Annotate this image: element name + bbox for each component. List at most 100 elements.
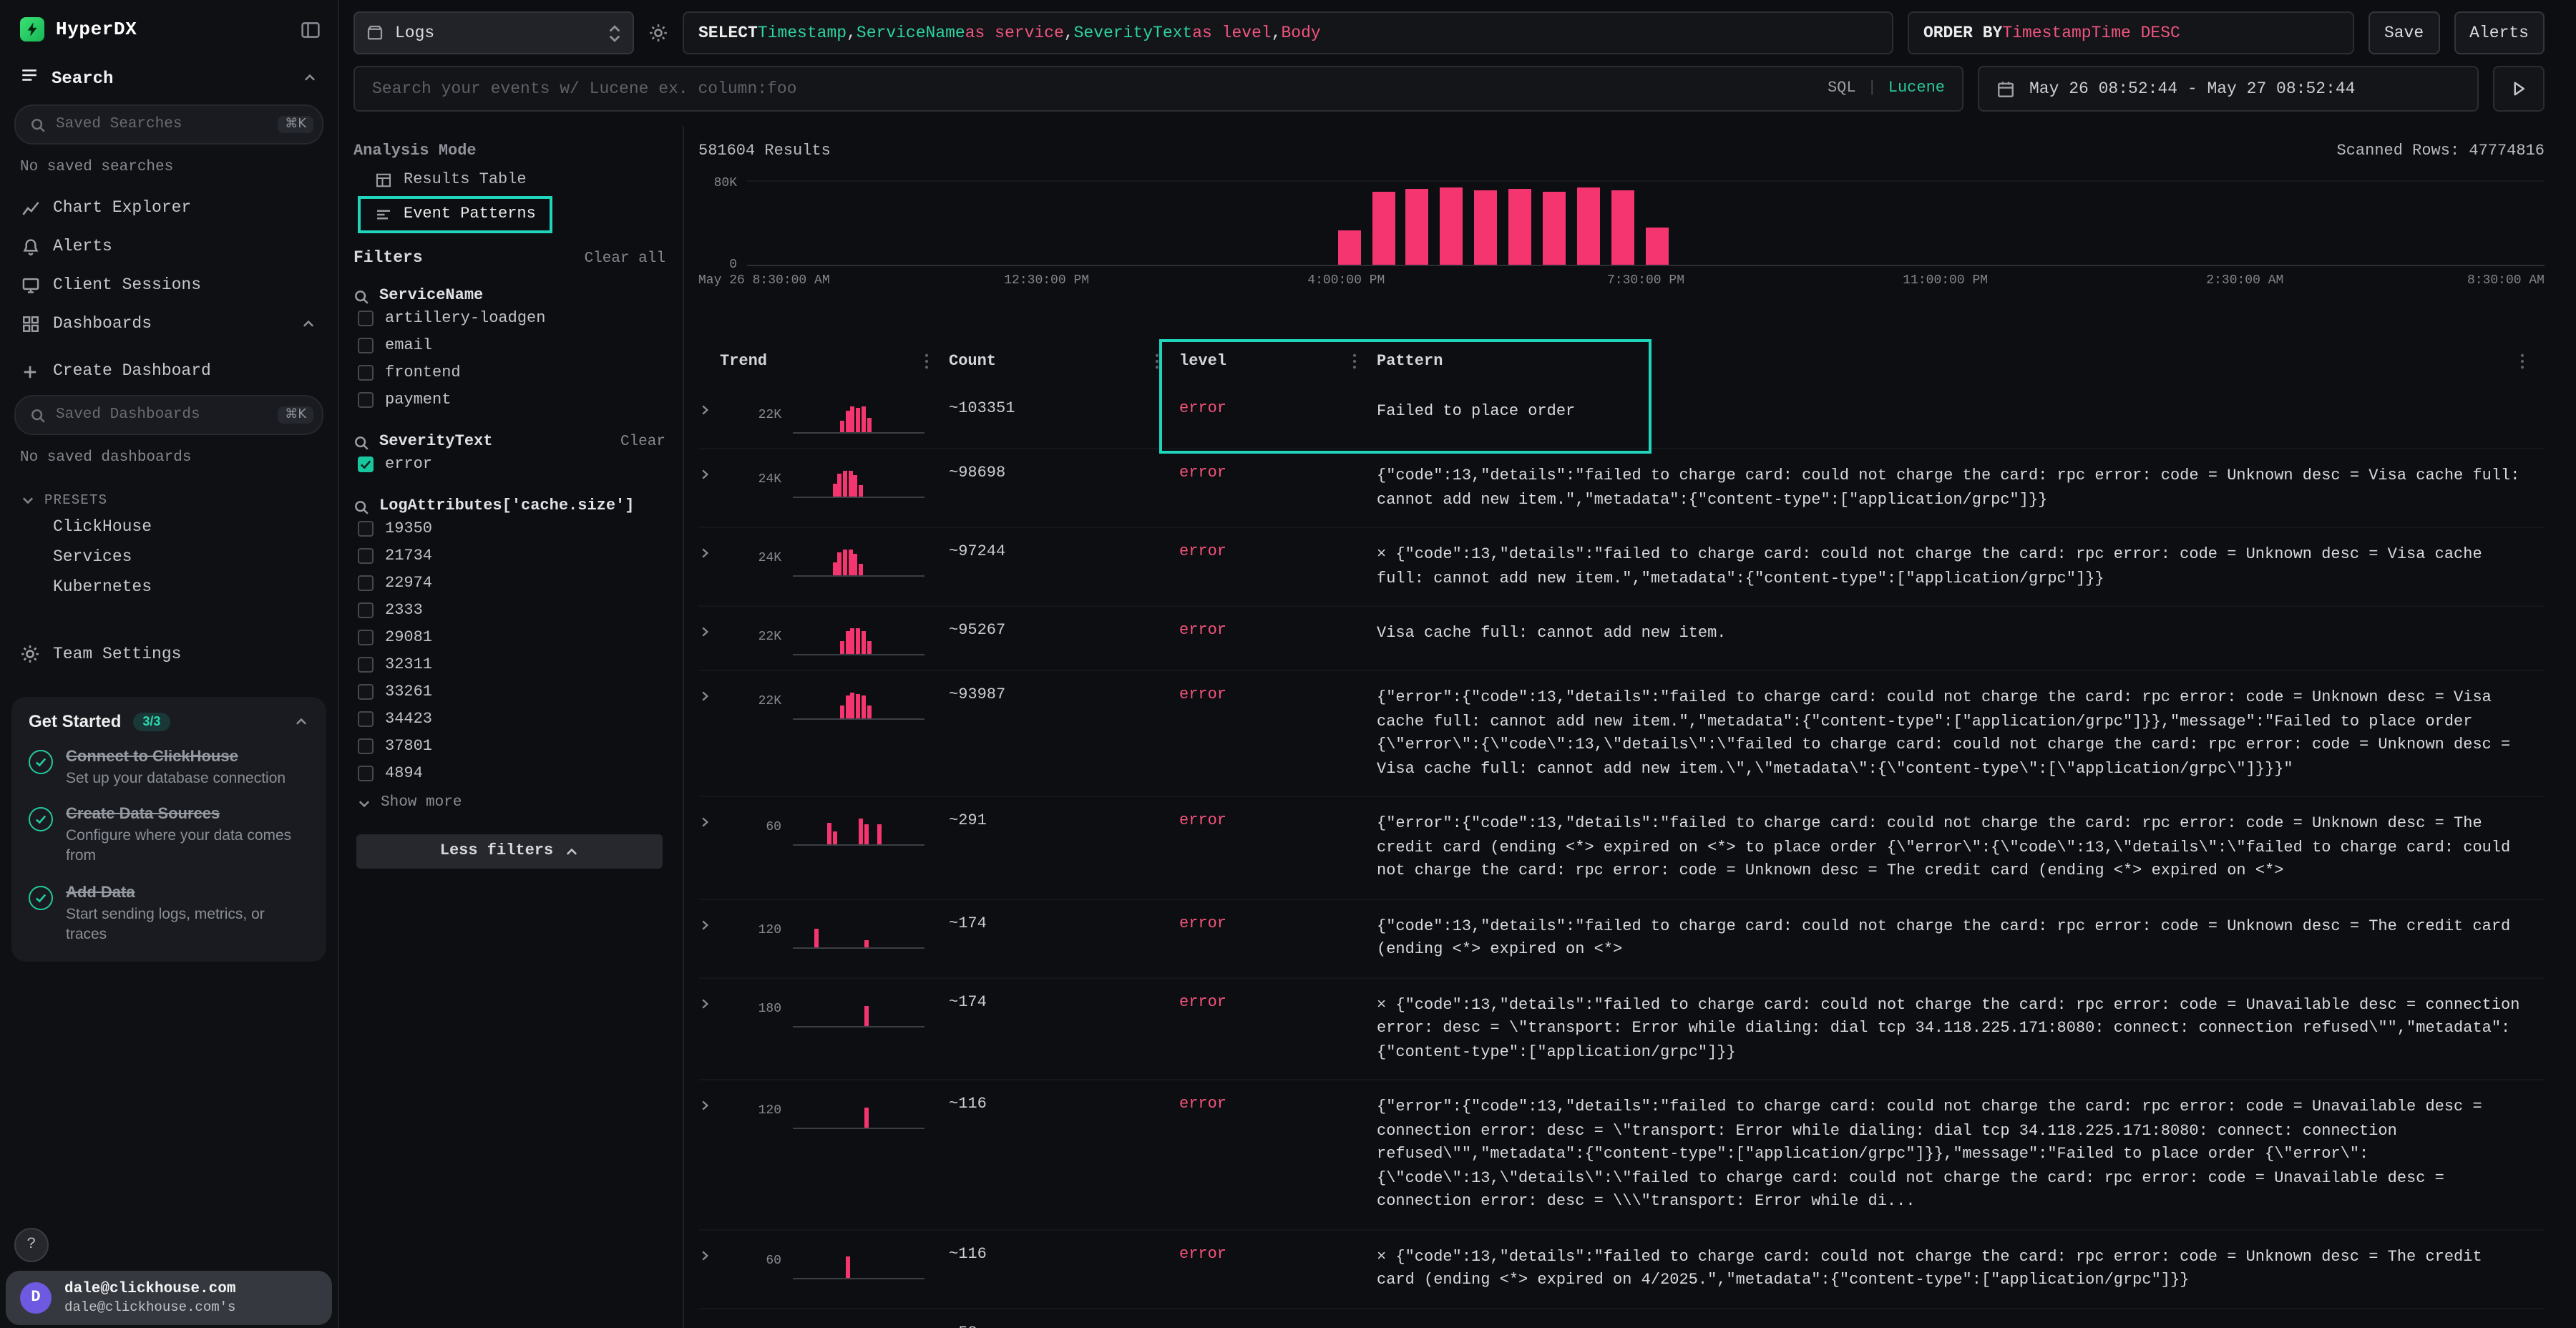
pattern-text[interactable]: Visa cache full: cannot add new item.	[1377, 620, 2545, 646]
filter-option[interactable]: 29081	[353, 624, 665, 651]
mode-event-patterns[interactable]: Event Patterns	[362, 200, 549, 229]
pattern-text[interactable]: {"error":{"code":13,"details":"failed to…	[1377, 1093, 2545, 1214]
expand-row-button[interactable]	[698, 1322, 736, 1328]
column-menu-icon[interactable]	[1155, 352, 1179, 371]
get-started-item[interactable]: Connect to ClickHouseSet up your databas…	[29, 748, 309, 788]
histogram-bar[interactable]	[1543, 192, 1566, 265]
mode-results-table[interactable]: Results Table	[362, 166, 540, 195]
presets-toggle[interactable]: PRESETS	[0, 479, 338, 512]
order-by-input[interactable]: ORDER BY TimestampTime DESC	[1908, 11, 2354, 54]
checkbox[interactable]	[358, 738, 374, 754]
expand-row-button[interactable]	[698, 810, 736, 829]
user-menu[interactable]: D dale@clickhouse.com dale@clickhouse.co…	[6, 1271, 332, 1325]
pattern-text[interactable]: × {"code":13,"details":"failed to charge…	[1377, 541, 2545, 591]
checkbox[interactable]	[358, 657, 374, 673]
histogram-bar[interactable]	[1338, 230, 1361, 265]
checkbox[interactable]	[358, 365, 374, 381]
checkbox[interactable]	[358, 711, 374, 727]
expand-row-button[interactable]	[698, 398, 736, 416]
pattern-row[interactable]: 24K~98698error{"code":13,"details":"fail…	[698, 449, 2545, 528]
filter-option[interactable]: frontend	[353, 359, 665, 386]
sidebar-item-client-sessions[interactable]: Client Sessions	[0, 266, 338, 305]
checkbox[interactable]	[358, 338, 374, 353]
checkbox[interactable]	[358, 575, 374, 591]
saved-searches-input[interactable]: Saved Searches ⌘K	[14, 104, 323, 145]
pattern-text[interactable]: {"level":"error","span_id":"53060b827c62…	[1377, 1322, 2545, 1328]
filter-option[interactable]: email	[353, 332, 665, 359]
pattern-text[interactable]: × {"code":13,"details":"failed to charge…	[1377, 1243, 2545, 1293]
pattern-row[interactable]: 120~116error{"error":{"code":13,"details…	[698, 1080, 2545, 1230]
checkbox[interactable]	[358, 602, 374, 618]
histogram-bar[interactable]	[1577, 187, 1600, 265]
pattern-text[interactable]: Failed to place order	[1377, 398, 2545, 424]
column-menu-icon[interactable]	[924, 352, 949, 371]
pattern-text[interactable]: {"error":{"code":13,"details":"failed to…	[1377, 684, 2545, 781]
pattern-row[interactable]: 22K~103351errorFailed to place order	[698, 385, 2545, 449]
pattern-row[interactable]: 60~58error{"level":"error","span_id":"53…	[698, 1309, 2545, 1328]
checkbox[interactable]	[358, 630, 374, 645]
help-button[interactable]: ?	[14, 1228, 49, 1262]
column-menu-icon[interactable]	[2520, 352, 2545, 371]
pattern-row[interactable]: 120~174error{"code":13,"details":"failed…	[698, 899, 2545, 978]
pattern-text[interactable]: {"code":13,"details":"failed to charge c…	[1377, 462, 2545, 512]
filter-option[interactable]: artillery-loadgen	[353, 305, 665, 332]
column-menu-icon[interactable]	[1352, 352, 1377, 371]
histogram-bar[interactable]	[1406, 189, 1429, 265]
expand-row-button[interactable]	[698, 462, 736, 481]
filter-option[interactable]: 2333	[353, 597, 665, 624]
checkbox[interactable]	[358, 521, 374, 537]
create-dashboard-button[interactable]: Create Dashboard	[0, 352, 338, 391]
saved-dashboards-input[interactable]: Saved Dashboards ⌘K	[14, 395, 323, 435]
pattern-text[interactable]: {"error":{"code":13,"details":"failed to…	[1377, 810, 2545, 884]
filter-option[interactable]: 34423	[353, 706, 665, 733]
pattern-row[interactable]: 60~291error{"error":{"code":13,"details"…	[698, 797, 2545, 899]
checkbox[interactable]	[358, 548, 374, 564]
less-filters-button[interactable]: Less filters	[356, 834, 663, 869]
checkbox[interactable]	[358, 392, 374, 408]
source-settings-gear-icon[interactable]	[648, 23, 668, 43]
date-range-picker[interactable]: May 26 08:52:44 - May 27 08:52:44	[1978, 66, 2479, 112]
filter-option[interactable]: error	[353, 451, 665, 478]
checkbox[interactable]	[358, 456, 374, 472]
sidebar-section-search[interactable]: Search	[0, 53, 338, 100]
source-select[interactable]: Logs	[353, 11, 634, 54]
show-more-link[interactable]: Show more	[353, 787, 665, 811]
filter-option[interactable]: 32311	[353, 651, 665, 678]
language-toggle-lucene[interactable]: Lucene	[1888, 80, 1945, 97]
checkbox[interactable]	[358, 766, 374, 781]
filter-option[interactable]: 19350	[353, 515, 665, 542]
pattern-row[interactable]: 60~116error× {"code":13,"details":"faile…	[698, 1230, 2545, 1309]
filter-option[interactable]: 33261	[353, 678, 665, 706]
filter-option[interactable]: 22974	[353, 570, 665, 597]
event-search-input[interactable]: Search your events w/ Lucene ex. column:…	[353, 66, 1963, 112]
checkbox[interactable]	[358, 311, 374, 326]
sidebar-item-team-settings[interactable]: Team Settings	[0, 634, 338, 674]
run-query-button[interactable]	[2493, 66, 2545, 112]
histogram-bar[interactable]	[1372, 192, 1395, 265]
filter-option[interactable]: 37801	[353, 733, 665, 760]
pattern-row[interactable]: 22K~93987error{"error":{"code":13,"detai…	[698, 671, 2545, 797]
histogram-bar[interactable]	[1611, 190, 1634, 265]
expand-row-button[interactable]	[698, 1093, 736, 1112]
histogram-bar[interactable]	[1645, 228, 1668, 265]
sidebar-item-chart-explorer[interactable]: Chart Explorer	[0, 189, 338, 228]
clear-all-link[interactable]: Clear all	[585, 250, 665, 268]
expand-row-button[interactable]	[698, 991, 736, 1010]
expand-row-button[interactable]	[698, 684, 736, 703]
select-clause-input[interactable]: SELECT Timestamp, ServiceName as service…	[683, 11, 1893, 54]
filter-option[interactable]: payment	[353, 386, 665, 414]
chevron-up-icon[interactable]	[293, 713, 309, 729]
alerts-button[interactable]: Alerts	[2454, 11, 2545, 54]
pattern-row[interactable]: 24K~97244error× {"code":13,"details":"fa…	[698, 528, 2545, 607]
preset-item[interactable]: Services	[0, 542, 338, 572]
expand-row-button[interactable]	[698, 1243, 736, 1261]
histogram-bar[interactable]	[1440, 187, 1463, 265]
filter-option[interactable]: 21734	[353, 542, 665, 570]
histogram-plot[interactable]	[747, 180, 2545, 266]
collapse-sidebar-icon[interactable]	[301, 19, 321, 39]
pattern-row[interactable]: 22K~95267errorVisa cache full: cannot ad…	[698, 607, 2545, 671]
preset-item[interactable]: ClickHouse	[0, 512, 338, 542]
clear-filter-link[interactable]: Clear	[620, 434, 665, 451]
sidebar-item-dashboards[interactable]: Dashboards	[0, 305, 338, 343]
checkbox[interactable]	[358, 684, 374, 700]
